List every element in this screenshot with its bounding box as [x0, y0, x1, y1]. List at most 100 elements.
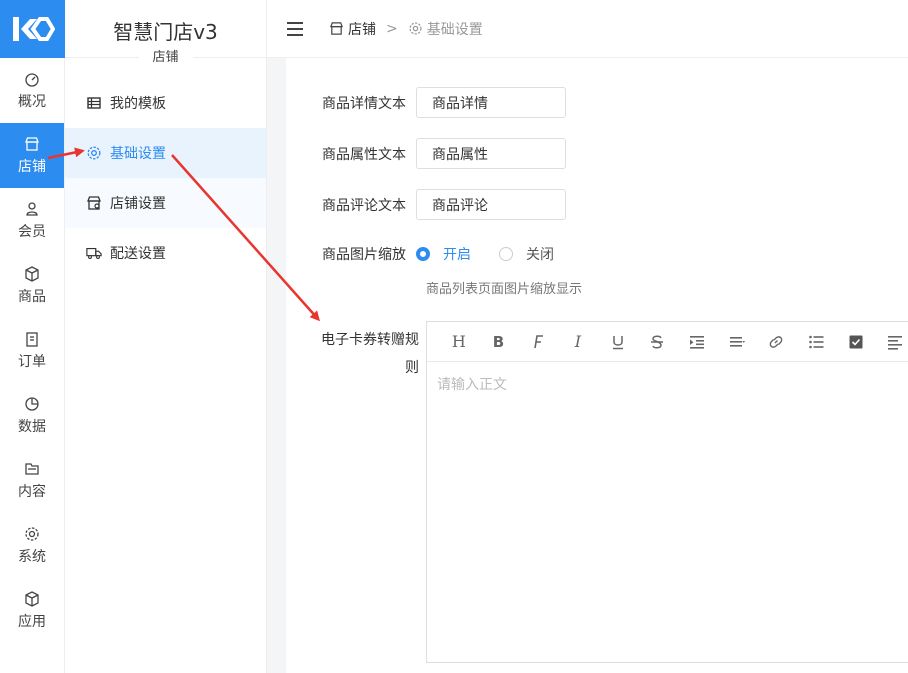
rail-item-content[interactable]: 内容	[0, 448, 64, 513]
sub-item-label: 店铺设置	[110, 196, 166, 212]
box-icon	[25, 265, 39, 282]
review-text-input[interactable]	[416, 189, 566, 220]
editor-toolbar: H B I	[427, 322, 908, 362]
dashboard-icon	[25, 72, 39, 87]
breadcrumb: 店铺 > 基础设置	[329, 19, 483, 39]
zoom-hint: 商品列表页面图片缩放显示	[426, 282, 583, 297]
rail-item-store[interactable]: 店铺	[0, 123, 64, 188]
indent-icon	[689, 335, 704, 349]
table-icon	[87, 97, 101, 109]
rail-item-members[interactable]: 会员	[0, 188, 64, 253]
rail-item-label: 系统	[18, 548, 46, 565]
folder-icon	[25, 462, 39, 475]
heading-icon: H	[451, 332, 466, 351]
breadcrumb-current: 基础设置	[426, 21, 483, 38]
rail-item-label: 商品	[18, 288, 46, 305]
font-icon	[534, 334, 544, 348]
rail-item-label: 数据	[18, 418, 46, 435]
align-button[interactable]	[717, 322, 757, 362]
form-row-zoom: 商品图片缩放 开启 关闭	[286, 244, 582, 264]
strikethrough-icon	[651, 335, 664, 348]
sub-nav-list: 我的模板 基础设置 店铺设置 配送设置	[65, 78, 266, 278]
sub-item-basic-settings[interactable]: 基础设置	[65, 128, 266, 178]
store-icon	[329, 22, 344, 35]
cube-icon	[25, 590, 39, 607]
italic-button[interactable]: I	[558, 322, 598, 362]
link-button[interactable]	[756, 322, 796, 362]
store-icon	[25, 136, 39, 151]
sub-sidebar: 智慧门店v3 店铺 我的模板 基础设置 店铺设置 配送设置	[65, 0, 267, 673]
align-icon	[729, 336, 745, 347]
radio-dot	[499, 247, 513, 261]
font-button[interactable]	[518, 322, 558, 362]
settings-form: 商品详情文本 商品属性文本 商品评论文本 商品图片缩放 开启 关闭 商品列表页面…	[286, 58, 908, 673]
sub-item-store-settings[interactable]: 店铺设置	[65, 178, 266, 228]
attr-text-input[interactable]	[416, 138, 566, 169]
detail-text-input[interactable]	[416, 87, 566, 118]
italic-icon: I	[574, 332, 582, 351]
strikethrough-button[interactable]	[637, 322, 677, 362]
bold-button[interactable]: B	[479, 322, 519, 362]
gear-icon	[409, 22, 422, 35]
rail-item-data[interactable]: 数据	[0, 383, 64, 448]
justify-icon	[888, 335, 903, 350]
underline-icon	[612, 335, 623, 349]
logo-icon	[12, 17, 55, 41]
zoom-on-radio[interactable]: 开启	[416, 244, 471, 264]
zoom-off-radio[interactable]: 关闭	[499, 244, 554, 264]
radio-dot	[416, 247, 430, 261]
sub-item-my-templates[interactable]: 我的模板	[65, 78, 266, 128]
brand-title: 智慧门店v3	[113, 20, 218, 44]
transfer-rule-label-line1: 电子卡券转赠规	[321, 332, 419, 348]
menu-toggle-icon[interactable]	[287, 21, 305, 36]
brand-header: 智慧门店v3 店铺	[65, 0, 266, 65]
gear-icon	[25, 526, 39, 541]
checkbox-button[interactable]	[836, 322, 876, 362]
rail-item-products[interactable]: 商品	[0, 253, 64, 318]
underline-button[interactable]	[598, 322, 638, 362]
rail-item-system[interactable]: 系统	[0, 513, 64, 578]
indent-button[interactable]	[677, 322, 717, 362]
truck-icon	[86, 247, 102, 259]
zoom-off-label: 关闭	[526, 247, 554, 263]
gear-icon	[87, 146, 101, 160]
editor-body[interactable]: 请输入正文	[427, 362, 908, 406]
transfer-rule-label: 电子卡券转赠规 则	[304, 326, 419, 382]
rail-item-label: 店铺	[18, 158, 46, 175]
rich-text-editor: H B I 请输入正文	[426, 321, 908, 663]
icon-rail: 概况 店铺 会员 商品 订单 数据 内容 系统 应用	[0, 0, 65, 673]
top-header: 店铺 > 基础设置	[267, 0, 908, 58]
image-zoom-label: 商品图片缩放	[322, 247, 406, 263]
detail-text-label: 商品详情文本	[322, 95, 406, 112]
rail-item-apps[interactable]: 应用	[0, 578, 64, 643]
list-icon	[809, 335, 824, 348]
sub-item-label: 我的模板	[110, 96, 166, 112]
breadcrumb-root[interactable]: 店铺	[348, 19, 376, 39]
list-button[interactable]	[796, 322, 836, 362]
form-row-attr: 商品属性文本	[286, 138, 566, 169]
rail-item-orders[interactable]: 订单	[0, 318, 64, 383]
checkbox-icon	[849, 335, 863, 348]
bold-icon: B	[492, 332, 505, 351]
pie-chart-icon	[25, 396, 39, 411]
logo[interactable]	[0, 0, 65, 58]
rail-item-label: 应用	[18, 613, 46, 630]
attr-text-label: 商品属性文本	[322, 146, 406, 163]
form-row-detail: 商品详情文本	[286, 87, 566, 118]
brand-subtitle: 店铺	[138, 46, 193, 65]
rail-item-label: 内容	[18, 483, 46, 500]
user-icon	[26, 201, 38, 216]
transfer-rule-label-line2: 则	[405, 360, 419, 376]
link-icon	[769, 335, 783, 348]
clipboard-icon	[26, 331, 38, 347]
review-text-label: 商品评论文本	[322, 197, 406, 214]
shop-settings-icon	[87, 196, 101, 210]
rail-item-label: 订单	[18, 353, 46, 370]
zoom-on-label: 开启	[443, 247, 471, 263]
heading-button[interactable]: H	[439, 322, 479, 362]
rail-item-overview[interactable]: 概况	[0, 58, 64, 123]
sub-item-label: 基础设置	[110, 146, 166, 162]
justify-button[interactable]	[875, 322, 908, 362]
form-row-review: 商品评论文本	[286, 189, 566, 220]
sub-item-delivery-settings[interactable]: 配送设置	[65, 228, 266, 278]
